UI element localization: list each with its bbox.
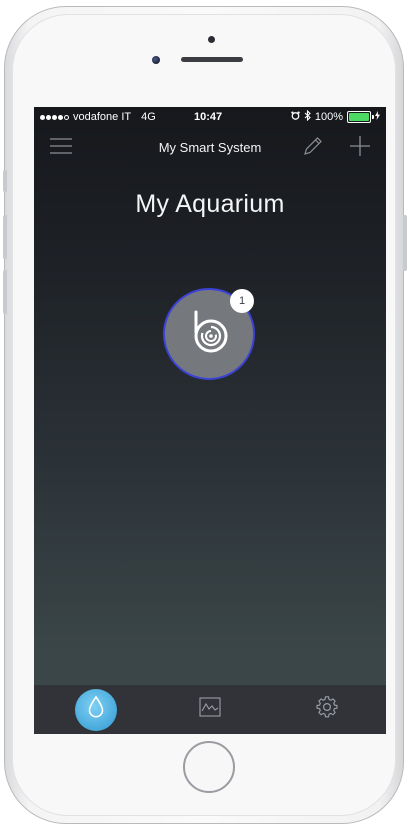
status-bar: vodafone IT 4G 10:47 100% bbox=[34, 107, 386, 127]
bluetooth-icon bbox=[304, 109, 311, 124]
tab-statistics[interactable] bbox=[185, 685, 235, 734]
phone-screen: vodafone IT 4G 10:47 100% My Smart Syste… bbox=[34, 107, 386, 734]
notification-badge: 1 bbox=[230, 289, 254, 313]
settings-gear-icon bbox=[316, 696, 338, 723]
edit-pencil-icon bbox=[302, 135, 324, 162]
earpiece-speaker bbox=[181, 57, 243, 62]
signal-dots-icon bbox=[40, 114, 69, 120]
navigation-bar: My Smart System bbox=[34, 131, 386, 165]
page-title: My Aquarium bbox=[135, 190, 285, 218]
add-button[interactable] bbox=[347, 135, 373, 161]
volume-down-button bbox=[3, 270, 7, 314]
mute-switch bbox=[3, 170, 7, 192]
carrier-label: vodafone IT bbox=[73, 111, 132, 123]
battery-fill bbox=[349, 113, 369, 121]
charging-icon bbox=[375, 111, 380, 123]
tab-bar bbox=[34, 685, 386, 734]
chart-icon bbox=[199, 697, 221, 722]
tab-settings[interactable] bbox=[302, 685, 352, 734]
edit-button[interactable] bbox=[300, 135, 326, 161]
home-button[interactable] bbox=[183, 741, 235, 793]
pump-logo-icon bbox=[183, 306, 235, 363]
tab-aquarium[interactable] bbox=[71, 685, 121, 734]
water-drop-icon bbox=[88, 695, 104, 723]
status-left: vodafone IT 4G bbox=[40, 111, 156, 123]
tab-active-indicator bbox=[75, 688, 117, 731]
volume-up-button bbox=[3, 215, 7, 259]
status-time: 10:47 bbox=[194, 111, 223, 123]
add-plus-icon bbox=[349, 135, 371, 162]
status-right: 100% bbox=[291, 109, 380, 124]
battery-icon bbox=[347, 111, 374, 123]
network-label: 4G bbox=[141, 111, 156, 123]
nav-title: My Smart System bbox=[158, 140, 262, 155]
front-camera bbox=[208, 36, 215, 43]
alarm-icon bbox=[291, 111, 300, 123]
proximity-sensor bbox=[152, 56, 160, 64]
battery-percent: 100% bbox=[314, 111, 343, 123]
power-button bbox=[403, 215, 407, 271]
